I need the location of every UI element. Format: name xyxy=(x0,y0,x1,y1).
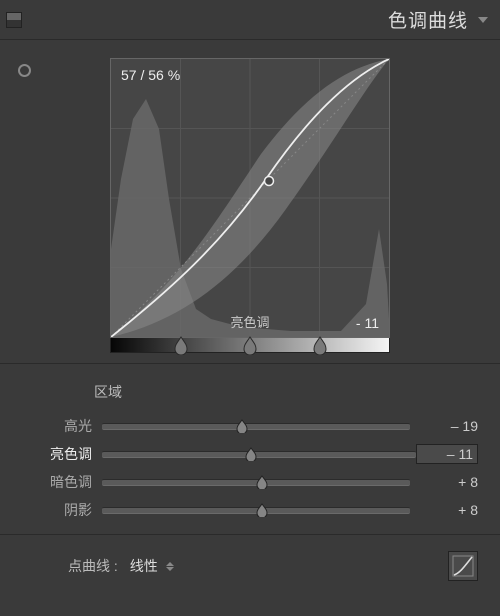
slider-track-lights[interactable] xyxy=(102,451,416,458)
slider-value[interactable]: + 8 xyxy=(410,474,478,490)
curve-region-value: - 11 xyxy=(356,315,379,331)
panel-footer: 点曲线 : 线性 xyxy=(0,535,500,597)
curve-area: 57 / 56 % 亮色调 - 11 xyxy=(0,40,500,364)
slider-label: 高光 xyxy=(22,416,102,436)
curve-region-strip[interactable] xyxy=(110,338,390,353)
slider-row-shadows: 阴影 + 8 xyxy=(22,496,478,524)
tone-curve-panel: 色调曲线 xyxy=(0,0,500,616)
slider-value[interactable]: + 8 xyxy=(410,502,478,518)
slider-label: 阴影 xyxy=(22,500,102,520)
slider-value[interactable]: – 19 xyxy=(410,418,478,434)
slider-row-lights: 亮色调 – 11 xyxy=(22,440,478,468)
curve-mode-toggle[interactable] xyxy=(448,551,478,581)
slider-track-shadows[interactable] xyxy=(102,507,410,514)
region-sliders: 区域 高光 – 19 亮色调 – 11 暗色调 xyxy=(0,364,500,535)
panel-collapse-icon[interactable] xyxy=(478,17,488,23)
curve-region-label: 亮色调 xyxy=(230,312,269,331)
curve-svg xyxy=(111,59,389,337)
panel-title: 色调曲线 xyxy=(388,6,468,33)
slider-track-highlights[interactable] xyxy=(102,423,410,430)
point-curve-select[interactable]: 线性 xyxy=(130,556,174,576)
slider-row-highlights: 高光 – 19 xyxy=(22,412,478,440)
curve-icon xyxy=(452,555,474,577)
slider-thumb[interactable] xyxy=(255,503,269,517)
slider-value[interactable]: – 11 xyxy=(416,444,478,464)
point-curve-label: 点曲线 : xyxy=(68,556,118,576)
point-curve-value: 线性 xyxy=(130,556,158,576)
curve-graph[interactable]: 57 / 56 % 亮色调 - 11 xyxy=(110,58,390,338)
slider-thumb[interactable] xyxy=(255,475,269,489)
target-adjust-icon[interactable] xyxy=(18,64,31,77)
slider-row-darks: 暗色调 + 8 xyxy=(22,468,478,496)
select-arrows-icon xyxy=(166,562,174,571)
slider-label: 亮色调 xyxy=(22,444,102,464)
panel-toggle-swatch[interactable] xyxy=(6,12,22,28)
panel-header: 色调曲线 xyxy=(0,0,500,40)
region-title: 区域 xyxy=(94,382,478,402)
slider-track-darks[interactable] xyxy=(102,479,410,486)
slider-thumb[interactable] xyxy=(235,419,249,433)
slider-label: 暗色调 xyxy=(22,472,102,492)
slider-thumb[interactable] xyxy=(244,447,258,461)
curve-coords: 57 / 56 % xyxy=(121,67,180,83)
